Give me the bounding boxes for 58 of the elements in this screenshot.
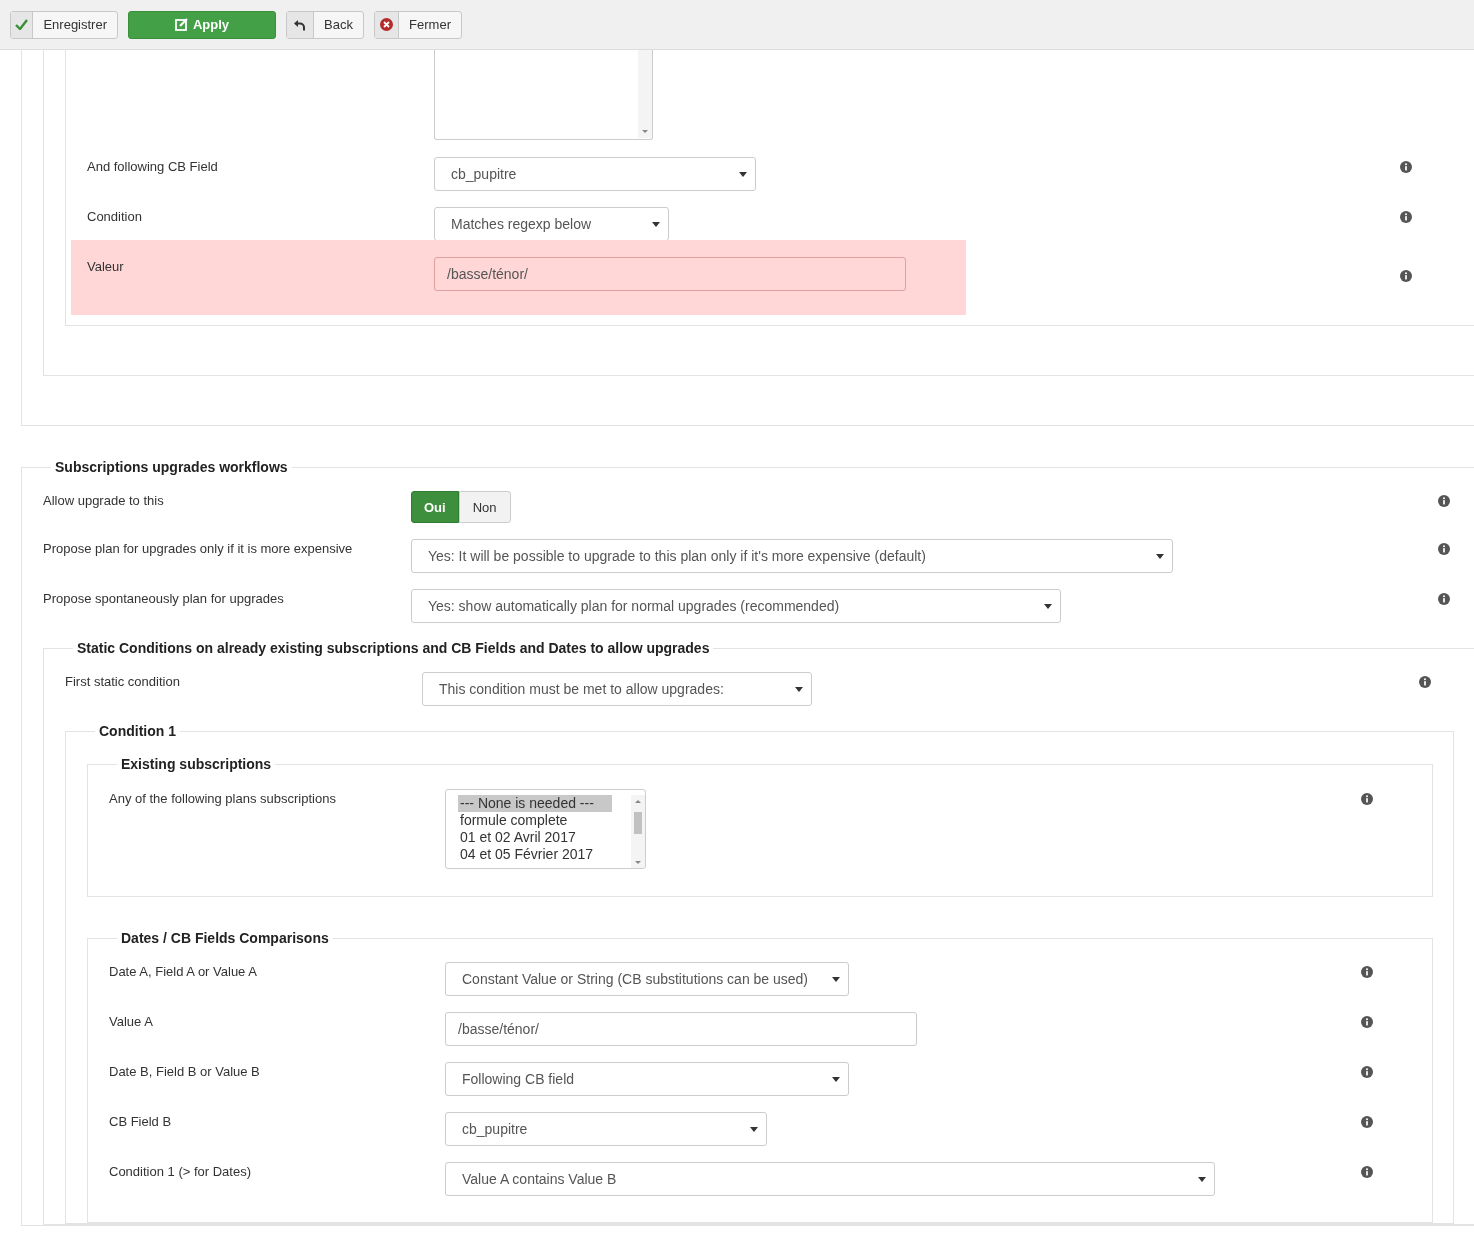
select-dropdown[interactable]: Value A contains Value B bbox=[445, 1162, 1215, 1196]
section-title: Condition 1 bbox=[98, 723, 177, 740]
field-label: Value A bbox=[109, 1013, 154, 1031]
close-button[interactable]: Fermer bbox=[374, 10, 462, 39]
edit-icon bbox=[174, 18, 188, 31]
text-input[interactable]: /basse/ténor/ bbox=[445, 1012, 917, 1046]
field-label: Any of the following plans subscriptions bbox=[109, 790, 337, 808]
caret-icon bbox=[795, 686, 803, 692]
select-dropdown[interactable]: Yes: show automatically plan for normal upgrades (recommended) bbox=[411, 589, 1061, 623]
scrollbar[interactable] bbox=[631, 795, 645, 868]
field-label: And following CB Field bbox=[87, 158, 219, 176]
caret-icon bbox=[652, 221, 660, 227]
back-button[interactable]: Back bbox=[286, 10, 364, 39]
select-dropdown[interactable]: This condition must be met to allow upgrades: bbox=[422, 672, 812, 706]
list-option[interactable]: 01 et 02 Avril 2017 bbox=[458, 829, 578, 846]
field-label: Condition bbox=[87, 208, 143, 226]
caret-icon bbox=[1198, 1176, 1206, 1182]
select-dropdown[interactable]: Yes: It will be possible to upgrade to this plan only if it's more expensive (default) bbox=[411, 539, 1173, 573]
select-dropdown[interactable]: Matches regexp below bbox=[434, 207, 669, 241]
select-dropdown[interactable]: Constant Value or String (CB substitutions can be used) bbox=[445, 962, 849, 996]
section-title: Subscriptions upgrades workflows bbox=[54, 459, 289, 476]
toggle-option[interactable]: Oui bbox=[411, 491, 459, 523]
field-label: Propose spontaneously plan for upgrades bbox=[43, 590, 285, 608]
section-title: Dates / CB Fields Comparisons bbox=[120, 930, 330, 947]
list-option[interactable]: 04 et 05 Février 2017 bbox=[458, 846, 596, 863]
field-label: Propose plan for upgrades only if it is more expensive bbox=[43, 540, 354, 558]
save-button[interactable]: Enregistrer bbox=[10, 10, 118, 39]
select-dropdown[interactable]: cb_pupitre bbox=[434, 157, 756, 191]
caret-icon bbox=[1044, 603, 1052, 609]
close-icon bbox=[380, 18, 394, 31]
scrollbar[interactable] bbox=[638, 50, 652, 138]
info-icon bbox=[1400, 161, 1412, 173]
select-dropdown[interactable]: cb_pupitre bbox=[445, 1112, 767, 1146]
field-label: Date A, Field A or Value A bbox=[109, 963, 258, 981]
caret-icon bbox=[832, 1076, 840, 1082]
field-label: Allow upgrade to this bbox=[43, 492, 165, 510]
info-icon bbox=[1400, 211, 1412, 223]
list-box[interactable]: --- None is needed --- formule complete 01 et 02 Avril 2017 04 et 05 Février 2017 bbox=[445, 789, 646, 869]
toggle-option[interactable]: Non bbox=[458, 491, 511, 523]
caret-icon bbox=[832, 976, 840, 982]
list-option[interactable]: --- None is needed --- bbox=[458, 795, 612, 812]
select-dropdown[interactable]: Following CB field bbox=[445, 1062, 849, 1096]
list-option[interactable]: formule complete bbox=[458, 812, 570, 829]
field-label: First static condition bbox=[65, 673, 181, 691]
caret-icon bbox=[739, 171, 747, 177]
text-input[interactable]: /basse/ténor/ bbox=[434, 257, 906, 291]
caret-icon bbox=[750, 1126, 758, 1132]
field-label: Valeur bbox=[87, 258, 125, 276]
caret-icon bbox=[1156, 553, 1164, 559]
section-title: Static Conditions on already existing subscriptions and CB Fields and Dates to allow upgrades bbox=[76, 640, 711, 657]
check-icon bbox=[15, 19, 29, 30]
field-label: Date B, Field B or Value B bbox=[109, 1063, 261, 1081]
info-icon bbox=[1400, 270, 1412, 282]
section-title: Existing subscriptions bbox=[120, 756, 273, 773]
text-area[interactable] bbox=[434, 50, 653, 140]
undo-icon bbox=[294, 18, 307, 31]
field-label: Condition 1 (> for Dates) bbox=[109, 1163, 252, 1181]
field-label: CB Field B bbox=[109, 1113, 173, 1131]
